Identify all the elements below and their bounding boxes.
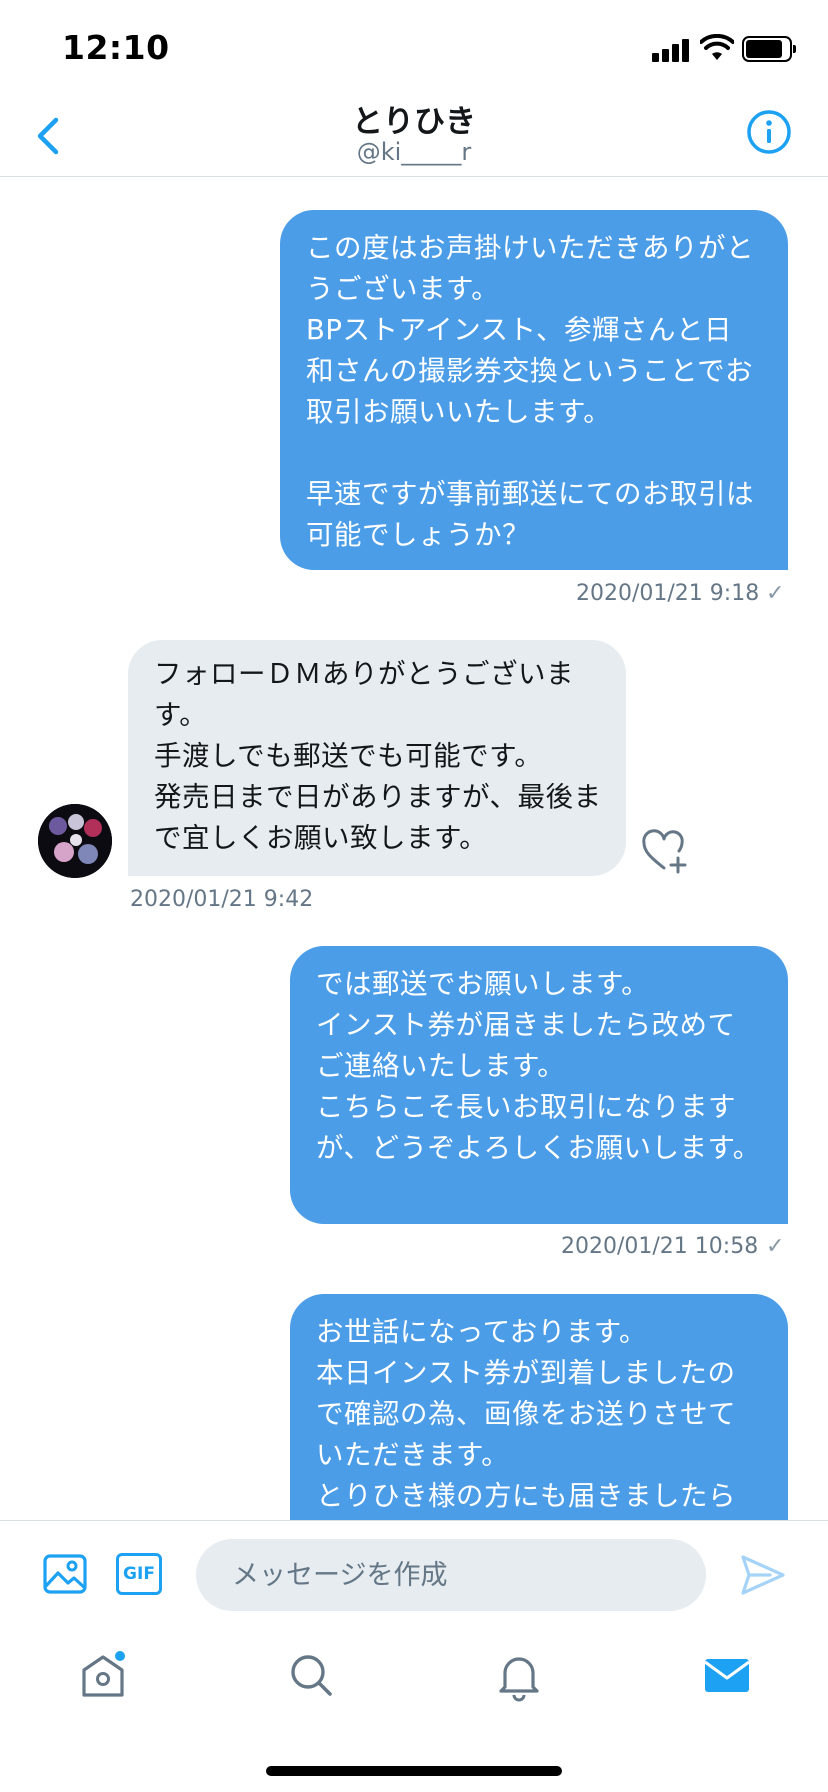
message-timestamp: 2020/01/21 10:58 xyxy=(561,1234,759,1259)
avatar-image xyxy=(38,804,112,878)
conversation-handle: @ki_____r xyxy=(356,138,472,166)
bottom-tab-bar xyxy=(0,1624,828,1744)
gif-button[interactable]: GIF xyxy=(116,1553,162,1595)
conversation-title: とりひき xyxy=(352,104,476,140)
message-timestamp: 2020/01/21 9:42 xyxy=(130,887,314,912)
conversation-header: とりひき @ki_____r xyxy=(0,96,828,177)
image-icon[interactable] xyxy=(42,1551,88,1597)
status-time: 12:10 xyxy=(62,28,170,67)
battery-icon xyxy=(742,36,796,62)
search-icon[interactable] xyxy=(284,1648,338,1702)
message-timestamp: 2020/01/21 9:18 xyxy=(576,581,760,606)
messages-mail-icon[interactable] xyxy=(700,1648,754,1702)
home-indicator xyxy=(266,1766,562,1776)
notifications-bell-icon[interactable] xyxy=(492,1648,546,1702)
wifi-icon xyxy=(700,34,734,60)
sent-message-bubble[interactable]: お世話になっております。 本日インスト券が到着しましたので確認の為、画像をお送り… xyxy=(290,1294,788,1520)
cellular-signal-icon xyxy=(652,38,692,62)
home-icon[interactable] xyxy=(76,1648,130,1702)
like-heart-plus-icon[interactable] xyxy=(640,826,692,878)
sent-message-bubble[interactable]: では郵送でお願いします。 インスト券が届きましたら改めてご連絡いたします。 こち… xyxy=(290,946,788,1224)
status-bar: 12:10 xyxy=(0,0,828,96)
sender-avatar[interactable] xyxy=(38,804,112,878)
read-check-icon: ✓ xyxy=(766,1234,785,1259)
message-input[interactable] xyxy=(196,1539,706,1611)
message-composer: GIF xyxy=(0,1520,828,1625)
info-icon[interactable] xyxy=(746,109,792,155)
send-icon[interactable] xyxy=(740,1553,786,1597)
read-check-icon: ✓ xyxy=(766,581,785,606)
received-message-bubble[interactable]: フォローＤＭありがとうございます。 手渡しでも郵送でも可能です。 発売日まで日が… xyxy=(128,640,626,876)
sent-message-bubble[interactable]: この度はお声掛けいただきありがとうございます。 BPストアインスト、参輝さんと日… xyxy=(280,210,788,570)
